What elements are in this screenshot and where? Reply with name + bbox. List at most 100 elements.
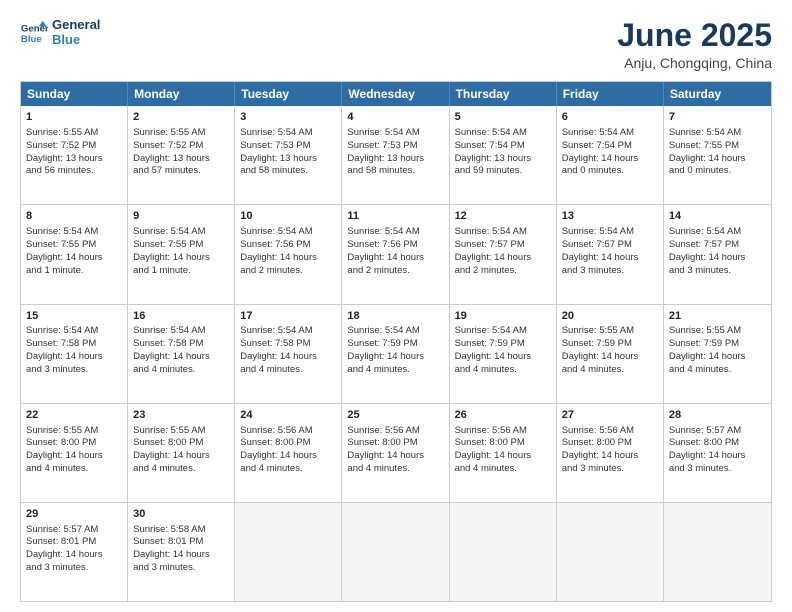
day-info-line: Daylight: 14 hours — [347, 450, 443, 463]
day-number: 18 — [347, 309, 443, 324]
day-info-line: and 4 minutes. — [133, 463, 229, 476]
day-info-line: and 4 minutes. — [240, 463, 336, 476]
weekday-header: Friday — [557, 82, 664, 106]
day-info-line: and 4 minutes. — [669, 364, 766, 377]
day-info-line: Daylight: 14 hours — [26, 450, 122, 463]
header: General Blue General Blue June 2025 Anju… — [20, 18, 772, 71]
day-info-line: and 4 minutes. — [347, 364, 443, 377]
calendar-cell: 25Sunrise: 5:56 AMSunset: 8:00 PMDayligh… — [342, 404, 449, 502]
day-info-line: Sunset: 8:00 PM — [26, 437, 122, 450]
day-info-line: Sunset: 7:59 PM — [455, 338, 551, 351]
calendar-cell: 1Sunrise: 5:55 AMSunset: 7:52 PMDaylight… — [21, 106, 128, 204]
day-info-line: Sunset: 8:00 PM — [455, 437, 551, 450]
day-info-line: Daylight: 14 hours — [26, 351, 122, 364]
day-info-line: Sunset: 7:57 PM — [455, 239, 551, 252]
day-info-line: Sunrise: 5:55 AM — [133, 127, 229, 140]
day-info-line: Sunset: 7:57 PM — [562, 239, 658, 252]
day-info-line: Daylight: 14 hours — [562, 252, 658, 265]
day-info-line: Sunset: 7:54 PM — [455, 140, 551, 153]
calendar-row: 1Sunrise: 5:55 AMSunset: 7:52 PMDaylight… — [21, 106, 771, 204]
day-number: 23 — [133, 408, 229, 423]
day-info-line: and 4 minutes. — [347, 463, 443, 476]
day-info-line: and 0 minutes. — [562, 165, 658, 178]
day-info-line: Sunrise: 5:57 AM — [669, 425, 766, 438]
weekday-header: Tuesday — [235, 82, 342, 106]
day-number: 3 — [240, 110, 336, 125]
day-info-line: and 3 minutes. — [562, 265, 658, 278]
day-info-line: and 1 minute. — [133, 265, 229, 278]
day-info-line: and 3 minutes. — [26, 562, 122, 575]
day-info-line: Sunset: 8:00 PM — [240, 437, 336, 450]
day-info-line: Sunset: 7:58 PM — [240, 338, 336, 351]
day-number: 22 — [26, 408, 122, 423]
weekday-header: Saturday — [664, 82, 771, 106]
day-info-line: Sunset: 8:01 PM — [26, 536, 122, 549]
day-info-line: and 4 minutes. — [455, 463, 551, 476]
calendar-cell: 17Sunrise: 5:54 AMSunset: 7:58 PMDayligh… — [235, 305, 342, 403]
day-info-line: Sunset: 7:54 PM — [562, 140, 658, 153]
day-info-line: Sunset: 8:01 PM — [133, 536, 229, 549]
calendar-cell — [664, 503, 771, 601]
day-number: 28 — [669, 408, 766, 423]
day-number: 4 — [347, 110, 443, 125]
day-info-line: Daylight: 14 hours — [669, 153, 766, 166]
day-info-line: Sunrise: 5:54 AM — [347, 226, 443, 239]
day-info-line: Daylight: 14 hours — [669, 252, 766, 265]
calendar-cell: 22Sunrise: 5:55 AMSunset: 8:00 PMDayligh… — [21, 404, 128, 502]
day-info-line: Sunrise: 5:54 AM — [347, 127, 443, 140]
day-info-line: and 56 minutes. — [26, 165, 122, 178]
day-info-line: Daylight: 14 hours — [240, 252, 336, 265]
day-info-line: and 3 minutes. — [26, 364, 122, 377]
page: General Blue General Blue June 2025 Anju… — [0, 0, 792, 612]
day-info-line: Daylight: 13 hours — [133, 153, 229, 166]
day-info-line: and 4 minutes. — [240, 364, 336, 377]
calendar-cell: 26Sunrise: 5:56 AMSunset: 8:00 PMDayligh… — [450, 404, 557, 502]
day-number: 10 — [240, 209, 336, 224]
day-info-line: Sunrise: 5:54 AM — [562, 226, 658, 239]
day-info-line: Sunset: 8:00 PM — [133, 437, 229, 450]
day-info-line: and 2 minutes. — [240, 265, 336, 278]
day-info-line: Daylight: 14 hours — [133, 351, 229, 364]
day-info-line: Sunrise: 5:54 AM — [240, 127, 336, 140]
day-info-line: Daylight: 14 hours — [562, 351, 658, 364]
day-info-line: and 3 minutes. — [669, 463, 766, 476]
calendar-cell: 15Sunrise: 5:54 AMSunset: 7:58 PMDayligh… — [21, 305, 128, 403]
calendar-row: 15Sunrise: 5:54 AMSunset: 7:58 PMDayligh… — [21, 304, 771, 403]
day-number: 26 — [455, 408, 551, 423]
calendar-cell: 16Sunrise: 5:54 AMSunset: 7:58 PMDayligh… — [128, 305, 235, 403]
day-info-line: Sunrise: 5:55 AM — [669, 325, 766, 338]
day-info-line: and 59 minutes. — [455, 165, 551, 178]
day-info-line: Sunrise: 5:54 AM — [133, 325, 229, 338]
calendar-cell — [235, 503, 342, 601]
day-info-line: Sunset: 7:59 PM — [347, 338, 443, 351]
calendar-cell: 24Sunrise: 5:56 AMSunset: 8:00 PMDayligh… — [235, 404, 342, 502]
day-number: 19 — [455, 309, 551, 324]
day-info-line: Sunrise: 5:54 AM — [562, 127, 658, 140]
calendar-header: SundayMondayTuesdayWednesdayThursdayFrid… — [21, 82, 771, 106]
calendar-body: 1Sunrise: 5:55 AMSunset: 7:52 PMDaylight… — [21, 106, 771, 601]
day-info-line: Sunrise: 5:55 AM — [562, 325, 658, 338]
day-number: 20 — [562, 309, 658, 324]
day-info-line: Sunrise: 5:54 AM — [455, 127, 551, 140]
day-info-line: Sunset: 7:52 PM — [133, 140, 229, 153]
calendar-row: 22Sunrise: 5:55 AMSunset: 8:00 PMDayligh… — [21, 403, 771, 502]
day-info-line: and 3 minutes. — [133, 562, 229, 575]
day-info-line: Sunset: 7:58 PM — [26, 338, 122, 351]
calendar-cell: 23Sunrise: 5:55 AMSunset: 8:00 PMDayligh… — [128, 404, 235, 502]
day-number: 21 — [669, 309, 766, 324]
calendar: SundayMondayTuesdayWednesdayThursdayFrid… — [20, 81, 772, 602]
day-info-line: Sunrise: 5:56 AM — [347, 425, 443, 438]
day-number: 14 — [669, 209, 766, 224]
day-info-line: Sunset: 7:56 PM — [347, 239, 443, 252]
day-number: 27 — [562, 408, 658, 423]
day-info-line: and 58 minutes. — [347, 165, 443, 178]
day-info-line: Daylight: 13 hours — [347, 153, 443, 166]
calendar-cell: 21Sunrise: 5:55 AMSunset: 7:59 PMDayligh… — [664, 305, 771, 403]
day-info-line: Daylight: 14 hours — [347, 252, 443, 265]
day-info-line: Daylight: 14 hours — [347, 351, 443, 364]
logo-general: General — [52, 18, 100, 33]
svg-text:Blue: Blue — [21, 34, 42, 45]
calendar-cell: 11Sunrise: 5:54 AMSunset: 7:56 PMDayligh… — [342, 205, 449, 303]
day-info-line: Sunset: 8:00 PM — [347, 437, 443, 450]
day-info-line: Sunset: 7:59 PM — [562, 338, 658, 351]
